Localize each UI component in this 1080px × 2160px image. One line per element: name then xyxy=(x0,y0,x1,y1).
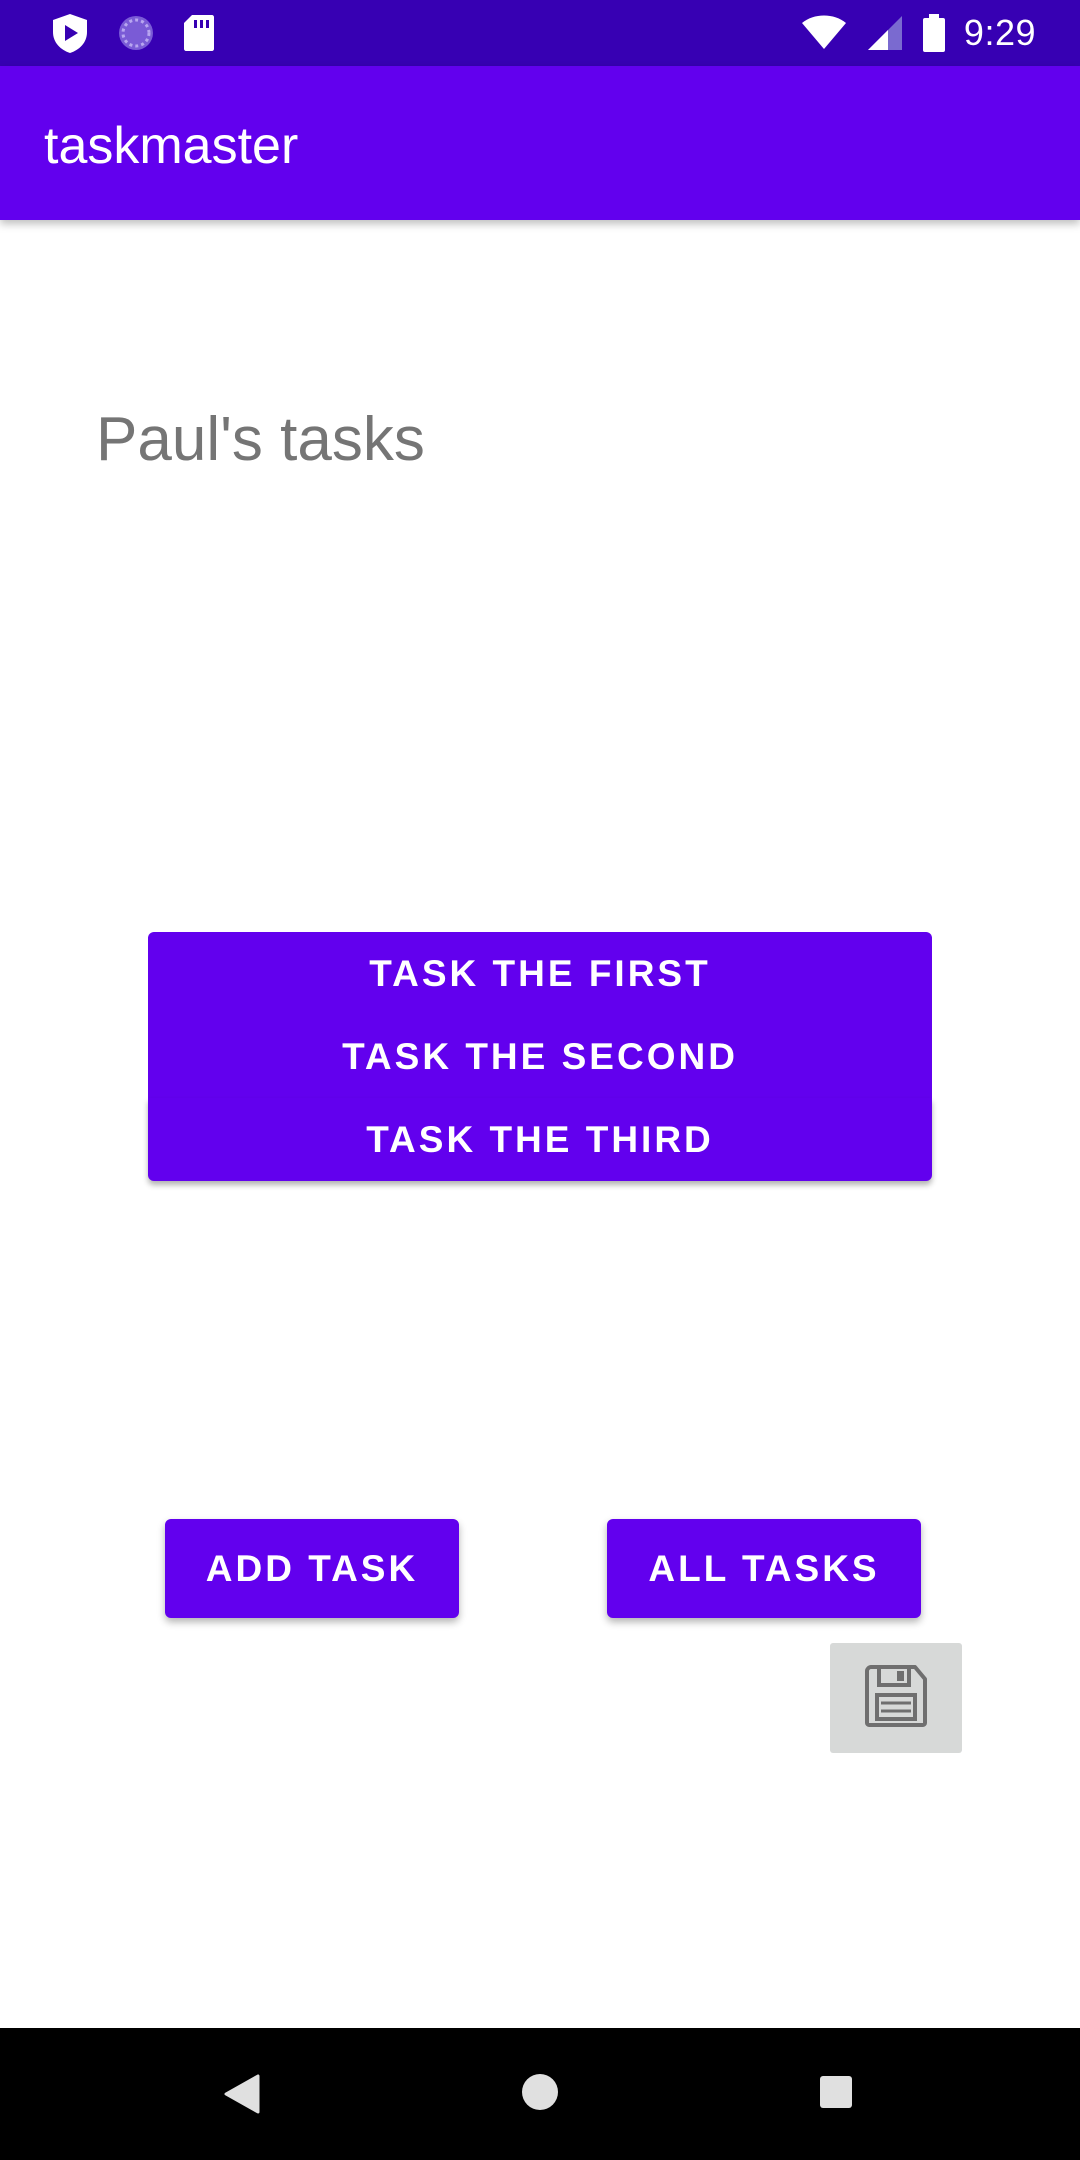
recents-icon[interactable] xyxy=(818,2074,854,2115)
cell-signal-icon xyxy=(866,14,904,52)
wifi-icon xyxy=(800,15,848,51)
status-right-icons: 9:29 xyxy=(800,10,1036,56)
battery-icon xyxy=(922,13,946,53)
task-button-second[interactable]: TASK THE SECOND xyxy=(148,1015,932,1098)
page-heading: Paul's tasks xyxy=(96,405,425,474)
shield-play-icon xyxy=(50,12,90,54)
status-time: 9:29 xyxy=(963,12,1036,53)
screen: 9:29 taskmaster Paul's tasks TASK THE FI… xyxy=(0,0,1080,2160)
navigation-bar xyxy=(0,2028,1080,2160)
task-list: TASK THE FIRST TASK THE SECOND TASK THE … xyxy=(148,932,932,1181)
app-bar: taskmaster xyxy=(0,66,1080,220)
add-task-button[interactable]: ADD TASK xyxy=(165,1519,459,1618)
task-button-third[interactable]: TASK THE THIRD xyxy=(148,1098,932,1181)
app-title: taskmaster xyxy=(44,117,299,175)
sync-circle-icon xyxy=(116,13,156,53)
status-left-icons xyxy=(50,12,216,54)
all-tasks-button[interactable]: ALL TASKS xyxy=(607,1519,921,1618)
back-icon[interactable] xyxy=(222,2072,262,2121)
floppy-disk-icon xyxy=(861,1661,931,1736)
sd-card-icon xyxy=(182,13,216,53)
home-icon[interactable] xyxy=(520,2072,560,2117)
status-bar: 9:29 xyxy=(0,0,1080,66)
task-button-first[interactable]: TASK THE FIRST xyxy=(148,932,932,1015)
save-button[interactable] xyxy=(830,1643,962,1753)
